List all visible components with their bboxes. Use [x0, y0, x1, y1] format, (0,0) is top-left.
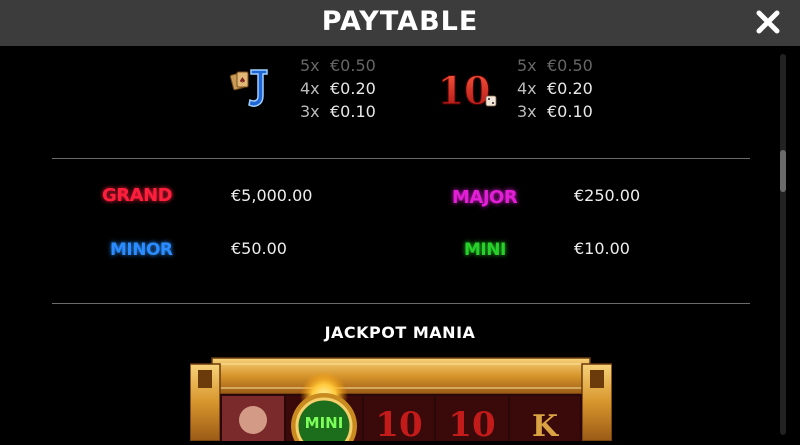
payout-amount: €0.50: [547, 56, 593, 75]
jackpot-minor-value: €50.00: [231, 239, 287, 258]
card-10-icon: 10: [437, 66, 500, 114]
payout-mult: 3x: [300, 102, 320, 121]
svg-text:MINI: MINI: [305, 414, 344, 432]
payout-mult: 4x: [300, 79, 320, 98]
svg-text:10: 10: [442, 68, 490, 112]
jackpot-mania-title: JACKPOT MANIA: [324, 323, 476, 342]
header-bar: PAYTABLE: [0, 0, 800, 46]
payout-mult: 3x: [517, 102, 537, 121]
jackpot-mini-value: €10.00: [574, 239, 630, 258]
jackpot-major-value: €250.00: [574, 186, 641, 205]
jackpot-minor-label: MINOR: [110, 240, 173, 260]
card-j-icon: ♠: [229, 66, 271, 110]
scrollbar-thumb[interactable]: [780, 150, 786, 192]
payout-mult: 4x: [517, 79, 537, 98]
svg-text:♠: ♠: [239, 76, 246, 85]
payout-amount: €0.50: [330, 56, 376, 75]
jackpot-grand-value: €5,000.00: [231, 186, 313, 205]
scrollbar-track[interactable]: [780, 54, 786, 435]
jackpot-mini-label: MINI: [464, 240, 506, 260]
payout-mult: 5x: [300, 56, 320, 75]
section-divider: [52, 303, 750, 304]
svg-text:K: K: [532, 409, 559, 441]
svg-text:10: 10: [375, 405, 422, 441]
page-title: PAYTABLE: [321, 6, 479, 37]
payout-mult: 5x: [517, 56, 537, 75]
payout-amount: €0.10: [547, 102, 593, 121]
symbol-10-payouts: 5x €0.50 4x €0.20 3x €0.10: [517, 54, 593, 123]
svg-text:10: 10: [448, 405, 495, 441]
jackpot-major-label: MAJOR: [452, 187, 518, 208]
close-icon[interactable]: [754, 8, 782, 36]
payout-amount: €0.10: [330, 102, 376, 121]
payout-amount: €0.20: [547, 79, 593, 98]
symbol-j-payouts: 5x €0.50 4x €0.20 3x €0.10: [300, 54, 376, 123]
jackpot-grand-label: GRAND: [102, 185, 173, 206]
section-divider: [52, 158, 750, 159]
jackpot-mania-machine-image: 10 10 K MINI: [189, 356, 613, 445]
payout-amount: €0.20: [330, 79, 376, 98]
